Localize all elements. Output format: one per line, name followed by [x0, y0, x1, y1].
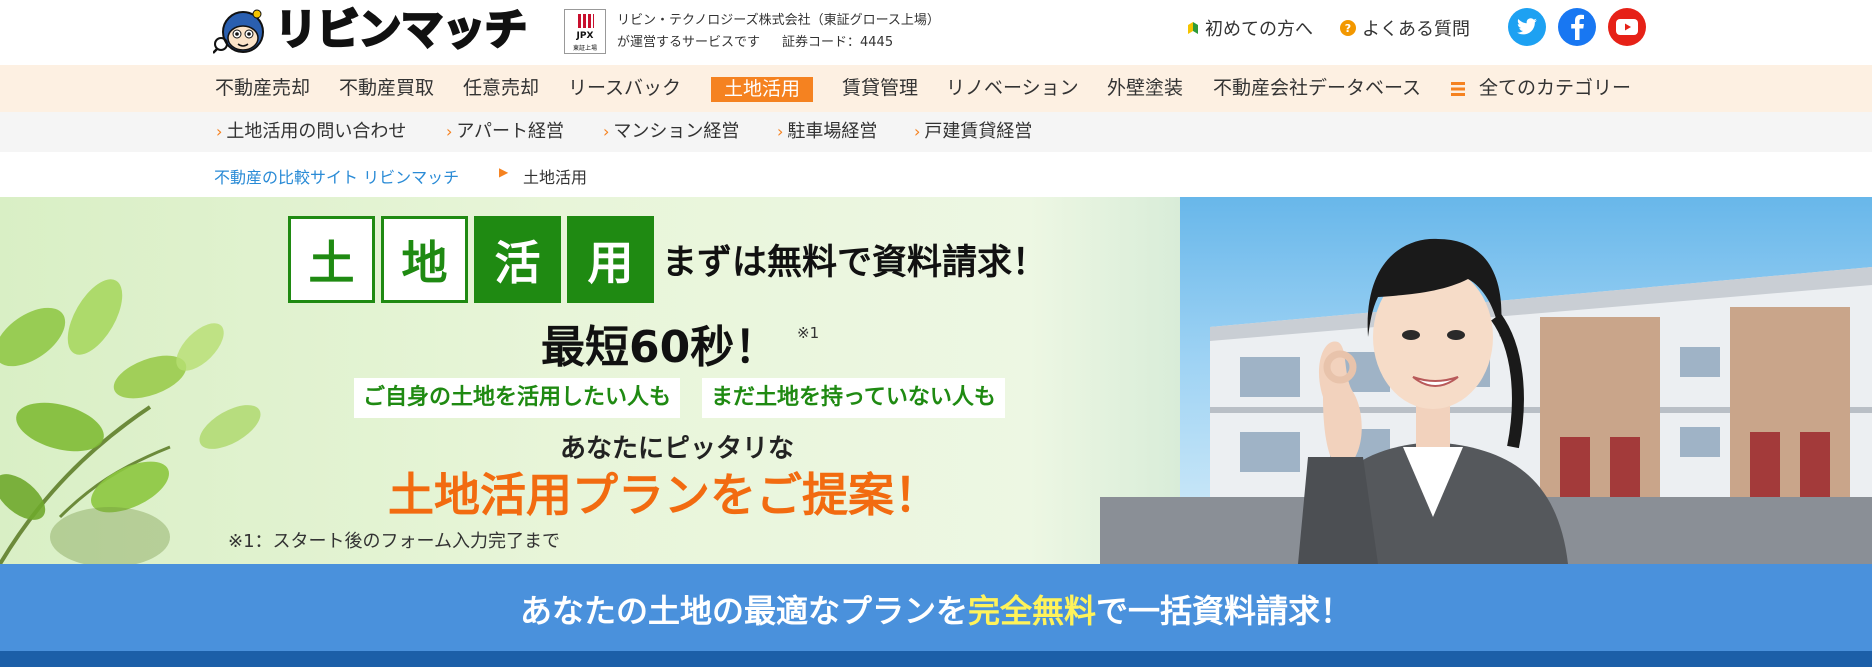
- jpx-logo-icon: [578, 14, 594, 28]
- hero-fast-note: ※1: [797, 324, 820, 342]
- logo-wordmark: リビンマッチ: [273, 4, 528, 55]
- bottom-band: [0, 651, 1872, 667]
- nav-all-categories[interactable]: 全てのカテゴリー: [1451, 65, 1631, 112]
- site-header: リビンマッチ JPX 東証上場 リビン・テクノロジーズ株式会社（東証グロース上場…: [0, 0, 1872, 65]
- youtube-icon: [1616, 19, 1638, 35]
- kanji-box-2: 地: [381, 216, 468, 303]
- chevron-right-icon: ›: [446, 122, 453, 141]
- cta-text-before: あなたの土地の最適なプランを: [519, 592, 968, 630]
- woman-ok-sign-photo: [1298, 238, 1568, 564]
- menu-icon: [1451, 81, 1465, 96]
- facebook-icon: [1571, 14, 1584, 40]
- sub-nav: › 土地活用の問い合わせ › アパート経営 › マンション経営 › 駐車場経営 › 戸建賃…: [0, 112, 1872, 152]
- jpx-sublabel: 東証上場: [572, 45, 597, 52]
- cta-text-after: で一括資料請求！: [1096, 592, 1353, 630]
- beginner-link-label: 初めての方へ: [1205, 19, 1313, 40]
- stock-code: 証券コード：4445: [782, 35, 894, 50]
- question-icon: ?: [1340, 20, 1356, 36]
- subnav-item-label: マンション経営: [613, 121, 740, 142]
- nav-item-real-estate-sale[interactable]: 不動産売却: [215, 65, 310, 112]
- twitter-button[interactable]: [1508, 8, 1546, 46]
- kanji-box-1: 土: [288, 216, 375, 303]
- chevron-right-icon: ›: [914, 122, 921, 141]
- nav-item-renovation[interactable]: リノベーション: [946, 65, 1079, 112]
- nav-item-real-estate-purchase[interactable]: 不動産買取: [339, 65, 434, 112]
- hero-fast-claim: 最短60秒！: [541, 322, 779, 373]
- nav-item-leaseback[interactable]: リースバック: [568, 65, 681, 112]
- jpx-badge: JPX 東証上場: [564, 9, 606, 54]
- hero-pill-own-land: ご自身の土地を活用したい人も: [354, 378, 681, 418]
- corp-name: リビン・テクノロジーズ株式会社（東証グロース上場）: [617, 13, 940, 28]
- beginner-link[interactable]: 初めての方へ: [1187, 15, 1313, 41]
- cta-banner[interactable]: あなたの土地の最適なプランを完全無料で一括資料請求！: [0, 564, 1872, 651]
- breadcrumb-current: 土地活用: [523, 168, 588, 187]
- chevron-right-icon: ›: [777, 122, 784, 141]
- breadcrumb-home-link[interactable]: 不動産の比較サイト リビンマッチ: [214, 164, 459, 188]
- subnav-item-label: 駐車場経営: [787, 121, 878, 142]
- hero-footnote: ※1：スタート後のフォーム入力完了まで: [228, 531, 560, 552]
- nav-item-rental-management[interactable]: 賃貸管理: [842, 65, 918, 112]
- hero-headline: まずは無料で資料請求！: [662, 243, 1048, 283]
- corporate-info: リビン・テクノロジーズ株式会社（東証グロース上場） が運営するサービスです 証券コ…: [617, 10, 940, 54]
- page: リビンマッチ JPX 東証上場 リビン・テクノロジーズ株式会社（東証グロース上場…: [0, 0, 1872, 667]
- breadcrumb-separator-icon: ▶: [499, 165, 509, 179]
- chevron-right-icon: ›: [603, 122, 610, 141]
- beginner-mark-icon: [1188, 22, 1198, 34]
- chevron-right-icon: ›: [216, 122, 223, 141]
- hero-proposal: 土地活用プランをご提案！: [388, 468, 940, 522]
- subnav-item-parking[interactable]: › 駐車場経営: [777, 112, 877, 152]
- nav-item-exterior-painting[interactable]: 外壁塗装: [1107, 65, 1183, 112]
- corp-line2: が運営するサービスです 証券コード：4445: [617, 32, 940, 54]
- subnav-item-mansion[interactable]: › マンション経営: [603, 112, 739, 152]
- kanji-box-4: 用: [567, 216, 654, 303]
- subnav-item-label: アパート経営: [456, 121, 565, 142]
- cta-text: あなたの土地の最適なプランを完全無料で一括資料請求！: [0, 586, 1872, 632]
- youtube-button[interactable]: [1608, 8, 1646, 46]
- nav-item-land-use[interactable]: 土地活用: [711, 77, 814, 102]
- corp-operated: が運営するサービスです: [617, 35, 761, 50]
- subnav-item-land-inquiry[interactable]: › 土地活用の問い合わせ: [216, 112, 406, 152]
- nav-item-voluntary-sale[interactable]: 任意売却: [463, 65, 539, 112]
- nav-item-agency-database[interactable]: 不動産会社データベース: [1213, 65, 1421, 112]
- twitter-icon: [1517, 18, 1537, 35]
- hero-banner: 土 地 活 用 まずは無料で資料請求！ 最短60秒！ ※1 ご自身の土地を活用し…: [0, 197, 1872, 564]
- breadcrumb: 不動産の比較サイト リビンマッチ ▶ 土地活用: [0, 152, 1872, 197]
- cta-highlight: 完全無料: [967, 592, 1096, 630]
- site-logo[interactable]: リビンマッチ: [213, 4, 529, 56]
- hero-pill-no-land: まだ土地を持っていない人も: [702, 378, 1005, 418]
- subnav-item-label: 戸建賃貸経営: [924, 121, 1033, 142]
- subnav-item-apartment[interactable]: › アパート経営: [446, 112, 564, 152]
- mascot-icon: [213, 9, 264, 54]
- faq-link[interactable]: ? よくある質問: [1340, 15, 1470, 41]
- kanji-box-3: 活: [474, 216, 561, 303]
- faq-link-label: よくある質問: [1362, 19, 1470, 40]
- main-nav: 不動産売却 不動産買取 任意売却 リースバック 土地活用 賃貸管理 リノベーショ…: [0, 65, 1872, 112]
- jpx-label: JPX: [576, 31, 594, 41]
- leaves-illustration: [0, 279, 261, 564]
- all-categories-label: 全てのカテゴリー: [1479, 77, 1632, 99]
- facebook-button[interactable]: [1558, 8, 1596, 46]
- subnav-item-label: 土地活用の問い合わせ: [226, 121, 407, 142]
- subnav-item-house-rental[interactable]: › 戸建賃貸経営: [914, 112, 1032, 152]
